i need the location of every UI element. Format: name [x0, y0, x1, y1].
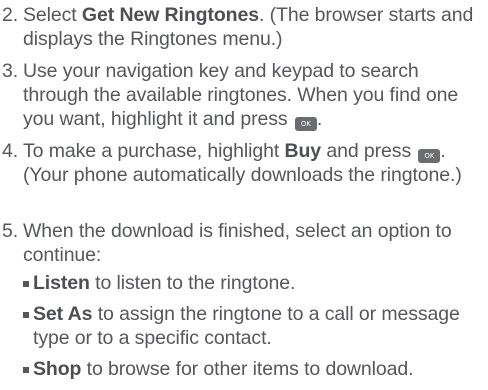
ok-key-icon: OK: [418, 149, 441, 163]
menu-option-buy: Buy: [284, 140, 322, 162]
option-text: Shop to browse for other items to downlo…: [23, 357, 486, 381]
step-3: 3. Use your navigation key and keypad to…: [0, 59, 486, 131]
option-label: Listen: [33, 272, 90, 294]
option-set-as: Set As to assign the ringtone to a call …: [23, 302, 486, 350]
menu-option-get-new-ringtones: Get New Ringtones: [81, 4, 259, 26]
ok-key-icon: OK: [294, 117, 317, 131]
step-number: 4.: [2, 140, 19, 162]
step-text: Select Get New Ringtones. (The browser s…: [0, 3, 486, 51]
option-shop: Shop to browse for other items to downlo…: [23, 357, 486, 381]
option-listen: Listen to listen to the ringtone.: [23, 271, 486, 295]
bullet-icon: [23, 312, 29, 318]
step-text: To make a purchase, highlight Buy and pr…: [0, 139, 486, 187]
text-run: and press: [321, 140, 417, 162]
option-description: to browse for other items to download.: [81, 358, 414, 380]
step-5: 5. When the download is finished, select…: [0, 219, 486, 267]
step-number: 5.: [2, 220, 19, 242]
step-text: Use your navigation key and keypad to se…: [0, 59, 486, 131]
text-run: .: [316, 108, 323, 130]
step-2: 2. Select Get New Ringtones. (The browse…: [0, 3, 486, 51]
option-text: Listen to listen to the ringtone.: [23, 271, 486, 295]
text-run: Use your navigation key and keypad to se…: [23, 60, 459, 130]
option-text: Set As to assign the ringtone to a call …: [23, 302, 486, 350]
bullet-icon: [23, 367, 29, 373]
manual-page: 2. Select Get New Ringtones. (The browse…: [0, 0, 488, 390]
option-label: Set As: [33, 303, 93, 325]
step-number: 3.: [2, 60, 19, 82]
step-number: 2.: [2, 4, 19, 26]
option-description: to listen to the ringtone.: [89, 272, 296, 294]
step-4: 4. To make a purchase, highlight Buy and…: [0, 139, 486, 187]
text-run: When the download is finished, select an…: [23, 220, 452, 266]
option-label: Shop: [33, 358, 82, 380]
text-run: Select: [23, 4, 82, 26]
step-text: When the download is finished, select an…: [0, 219, 486, 267]
text-run: To make a purchase, highlight: [23, 140, 285, 162]
option-description: to assign the ringtone to a call or mess…: [33, 303, 460, 349]
bullet-icon: [23, 281, 29, 287]
